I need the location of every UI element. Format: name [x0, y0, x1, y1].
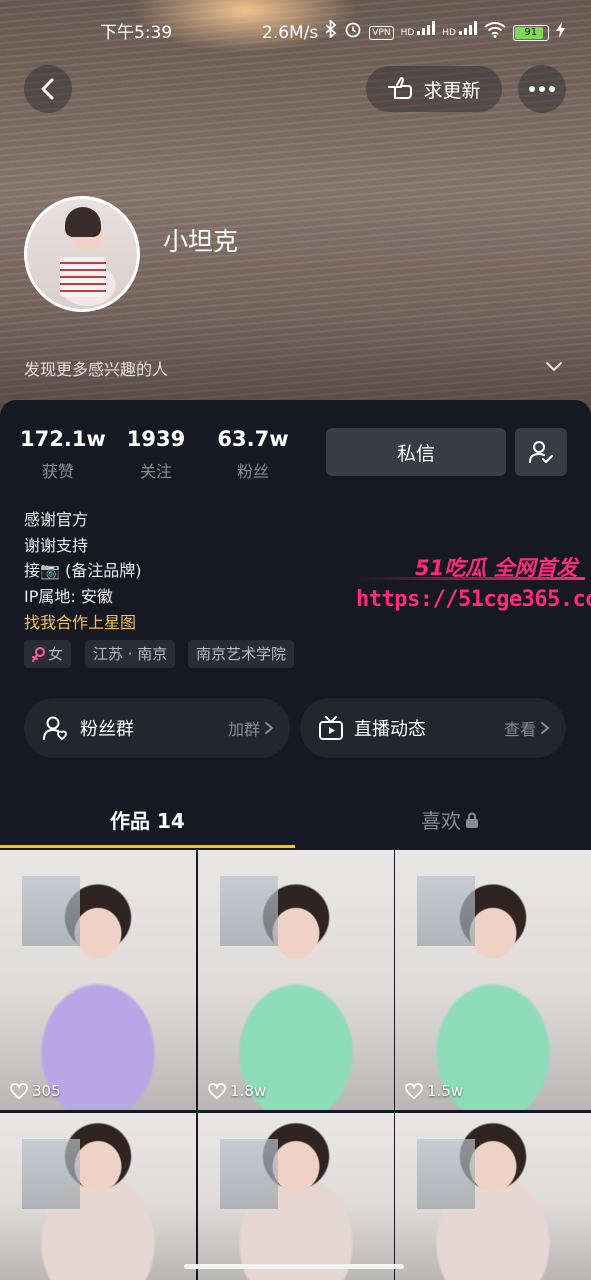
request-update-label: 求更新 — [423, 79, 481, 102]
location-tag: 江苏 · 南京 — [85, 640, 176, 668]
back-button[interactable] — [24, 65, 72, 113]
likes-label: 获赞 — [41, 462, 74, 481]
wall-painting — [22, 1139, 80, 1209]
signal-label-2: HD — [442, 28, 456, 38]
ip-location: IP属地: 安徽 — [24, 587, 113, 606]
more-dots-icon — [529, 86, 555, 92]
lock-icon — [466, 811, 478, 828]
active-tab-indicator — [0, 845, 295, 848]
video-thumbnail[interactable] — [198, 1113, 394, 1280]
collab-link[interactable]: 找我合作上星图 — [24, 609, 136, 633]
tab-likes[interactable]: 喜欢 — [421, 805, 479, 834]
signal-label-1: HD — [400, 28, 415, 38]
heart-icon — [208, 1083, 226, 1099]
watermark-url: https://51cge365.com — [356, 587, 591, 612]
gender-label: 女 — [48, 645, 64, 663]
live-dynamics-card[interactable]: 直播动态 查看 — [300, 698, 566, 758]
username: 小坦克 — [163, 227, 239, 256]
video-likes: 1.8w — [208, 1082, 266, 1100]
tab-works[interactable]: 作品 14 — [110, 805, 185, 834]
discover-label[interactable]: 发现更多感兴趣的人 — [24, 356, 168, 380]
video-thumbnail[interactable]: 305 — [0, 850, 196, 1110]
avatar-hair — [65, 207, 101, 237]
more-button[interactable] — [518, 65, 566, 113]
fan-group-action: 加群 — [227, 720, 260, 739]
chevron-down-icon[interactable] — [544, 356, 564, 380]
avatar[interactable] — [24, 196, 140, 312]
network-speed: 2.6M/s — [262, 23, 319, 43]
home-indicator[interactable] — [184, 1264, 404, 1269]
video-likes: 1.5w — [405, 1082, 463, 1100]
video-thumbnail[interactable]: 1.8w — [198, 850, 394, 1110]
bio-line-2: 谢谢支持 — [24, 536, 89, 555]
gender-tag: 女 — [24, 640, 72, 668]
watermark-bar — [355, 577, 585, 580]
wall-painting — [417, 1139, 475, 1209]
avatar-outfit — [60, 257, 106, 297]
charging-icon — [555, 20, 565, 46]
status-icons: 2.6M/s VPN HD HD 91 — [262, 18, 565, 46]
tv-icon — [319, 716, 343, 740]
following-label: 关注 — [139, 462, 172, 481]
following-status-button[interactable] — [515, 428, 567, 476]
heart-icon — [10, 1083, 28, 1099]
alarm-icon — [344, 20, 362, 46]
wall-painting — [22, 876, 80, 946]
video-thumbnail[interactable]: 1.5w — [395, 850, 591, 1110]
tab-likes-label: 喜欢 — [421, 809, 461, 833]
battery-icon: 91 — [512, 25, 549, 41]
bio-line-3: 接📷 (备注品牌) — [24, 561, 142, 580]
video-likes: 305 — [10, 1082, 61, 1100]
video-likes-count: 1.8w — [230, 1082, 267, 1100]
request-update-button[interactable]: 求更新 — [366, 66, 502, 112]
school-tag: 南京艺术学院 — [188, 640, 295, 668]
message-button[interactable]: 私信 — [326, 428, 506, 476]
vpn-icon: VPN — [369, 26, 394, 40]
wall-painting — [220, 876, 278, 946]
signal-icon-2: HD — [442, 20, 477, 46]
video-likes-count: 1.5w — [427, 1082, 464, 1100]
battery-level: 91 — [524, 27, 538, 38]
bio-line-1: 感谢官方 — [24, 510, 89, 529]
video-thumbnail[interactable] — [395, 1113, 591, 1280]
wall-painting — [417, 876, 475, 946]
status-time: 下午5:39 — [100, 23, 173, 43]
followers-count[interactable]: 63.7w — [214, 427, 292, 451]
video-thumbnail[interactable] — [0, 1113, 196, 1280]
wall-painting — [220, 1139, 278, 1209]
wifi-icon — [484, 20, 506, 46]
back-arrow-icon — [41, 78, 54, 100]
video-likes-count: 305 — [32, 1082, 61, 1100]
chevron-right-icon — [265, 722, 274, 734]
female-icon — [32, 647, 45, 662]
followers-label: 粉丝 — [236, 462, 269, 481]
likes-count[interactable]: 172.1w — [20, 427, 106, 451]
live-dynamics-title: 直播动态 — [354, 719, 426, 740]
bluetooth-icon — [325, 18, 337, 46]
signal-icon-1: HD — [401, 20, 436, 46]
fan-group-icon — [43, 716, 67, 741]
chevron-right-icon — [541, 722, 550, 734]
following-count[interactable]: 1939 — [122, 427, 190, 451]
user-check-icon — [529, 441, 553, 463]
fan-group-title: 粉丝群 — [80, 719, 134, 740]
fan-group-card[interactable]: 粉丝群 加群 — [24, 698, 290, 758]
live-dynamics-action: 查看 — [503, 720, 536, 739]
heart-icon — [405, 1083, 423, 1099]
finger-point-icon — [388, 77, 413, 99]
